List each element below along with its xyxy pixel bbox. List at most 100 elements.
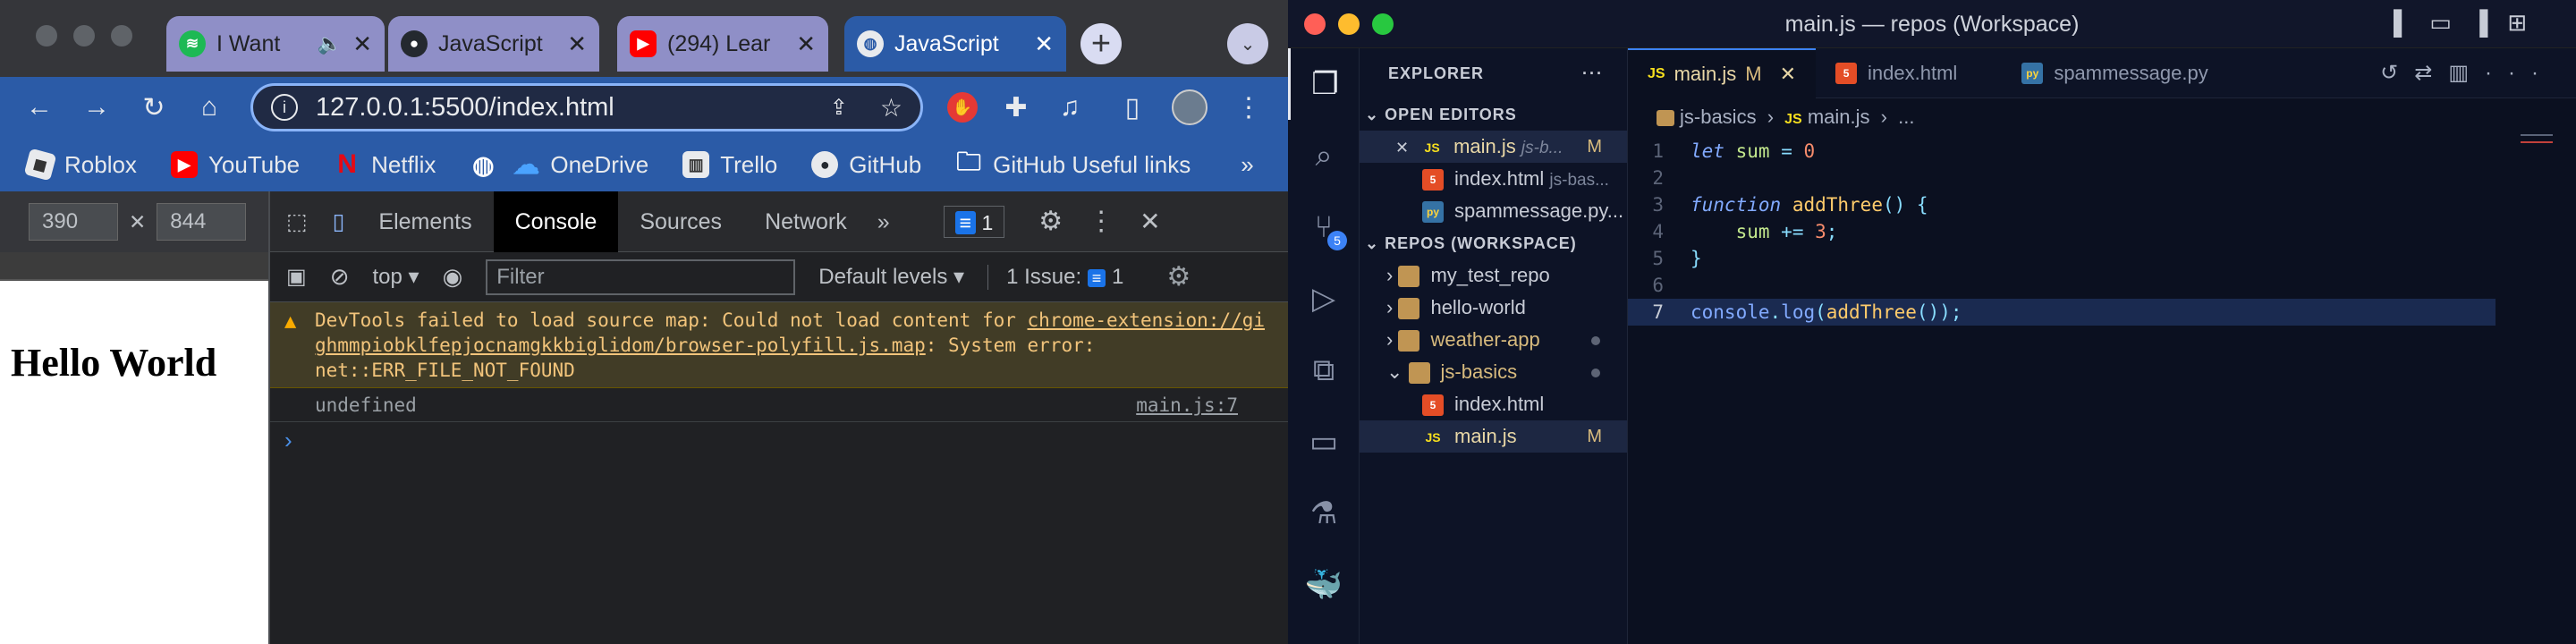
issues-badge[interactable]: ≡ 1 [943,205,1005,238]
tab-sources[interactable]: Sources [618,191,743,252]
bookmark-star-icon[interactable]: ☆ [880,93,902,123]
bookmark-label: OneDrive [550,150,649,178]
log-source-link[interactable]: main.js:7 [1136,388,1238,422]
editor-tab-main-js[interactable]: JS main.js M ✕ [1628,47,1817,98]
inspect-element-icon[interactable]: ⬚ [270,191,320,252]
forward-button[interactable]: → [75,86,118,129]
editor-tab-index-html[interactable]: 5 index.html [1816,48,2002,98]
bookmark-folder-github-links[interactable]: 🗀 GitHub Useful links [955,148,1191,179]
tree-file-index-html[interactable]: 5 index.html [1360,388,1627,420]
bookmark-github[interactable]: ● GitHub [811,151,921,179]
close-icon[interactable]: ✕ [1395,139,1409,157]
folder-name: weather-app [1430,328,1540,351]
explorer-files-icon[interactable]: ❐ [1288,48,1360,120]
source-control-icon[interactable]: ⑂ 5 [1288,191,1360,263]
editor-tab-spammessage-py[interactable]: py spammessage.py [2002,48,2227,98]
bookmarks-overflow-icon[interactable]: » [1241,151,1253,179]
console-prompt[interactable]: › [270,422,1288,458]
devtools-menu-icon[interactable]: ⋮ [1075,191,1127,252]
bookmark-netflix[interactable]: N Netflix [334,149,436,179]
bookmark-globe[interactable]: ◍ [470,151,496,179]
open-editor-index-html[interactable]: 5 index.html js-bas... [1360,163,1627,195]
tab-elements[interactable]: Elements [357,191,493,252]
tab-youtube[interactable]: ▶ (294) Lear ✕ [617,16,828,72]
code-editor[interactable]: 1 let sum = 0 2 3 function addThree() { 4 … [1628,136,2576,326]
window-zoom-light[interactable] [111,25,132,47]
close-icon[interactable]: ✕ [567,30,587,58]
more-tabs-icon[interactable]: » [869,191,944,252]
share-icon[interactable]: ⇪ [830,95,848,121]
breadcrumb-item[interactable]: ... [1898,106,1914,128]
browser-menu-icon[interactable]: ⋮ [1227,86,1270,129]
run-debug-icon[interactable]: ▷ [1288,263,1360,335]
open-editor-main-js[interactable]: ✕ JS main.js js-b... M [1360,131,1627,163]
open-editors-section[interactable]: ⌄ OPEN EDITORS [1360,98,1627,131]
extensions-puzzle-icon[interactable]: ✚ [995,86,1038,129]
trello-icon: ▥ [682,151,710,178]
search-icon[interactable]: ⌕ [1288,120,1360,191]
tab-network[interactable]: Network [743,191,869,252]
extension-shield-icon[interactable]: ✋ [941,86,984,129]
close-devtools-icon[interactable]: ✕ [1127,191,1173,252]
settings-gear-icon[interactable]: ⚙ [1026,191,1075,252]
device-toolbar-icon[interactable]: ▯ [320,191,358,252]
cloud-icon: ☁ [513,149,540,180]
editor-actions[interactable]: ↺⇄▥··· [2380,60,2555,86]
new-tab-button[interactable]: + [1080,23,1122,64]
avatar[interactable] [1168,86,1211,129]
context-selector[interactable]: top ▾ [372,264,419,290]
bookmark-trello[interactable]: ▥ Trello [682,151,777,179]
more-actions-icon[interactable]: ··· [1582,48,1604,98]
bookmark-onedrive[interactable]: ☁ OneDrive [513,149,649,180]
sidebar-toggle-icon[interactable]: ▣ [286,264,307,290]
viewport-height-input[interactable]: 844 [157,203,247,241]
layout-controls[interactable]: ▌▭▐⊞ [2394,9,2546,37]
tab-search-button[interactable]: ⌄ [1227,23,1268,64]
extensions-icon[interactable]: ⧉ [1288,335,1360,406]
devtools-panel: ⬚ ▯ Elements Console Sources Network » ≡… [268,191,1288,644]
identifier: sum [1735,140,1770,162]
tree-folder-js-basics[interactable]: ⌄ js-basics [1360,356,1627,388]
tab-console[interactable]: Console [493,191,619,252]
reload-button[interactable]: ↻ [132,86,175,129]
bookmark-roblox[interactable]: ◼ Roblox [23,148,137,182]
close-icon[interactable]: ✕ [352,30,372,58]
window-minimize-light[interactable] [73,25,95,47]
remote-explorer-icon[interactable]: ▭ [1288,406,1360,478]
site-info-icon[interactable]: i [271,94,298,121]
home-button[interactable]: ⌂ [188,86,231,129]
tab-spotify[interactable]: ≋ I Want 🔈 ✕ [166,16,385,72]
tree-folder-weather-app[interactable]: › weather-app [1360,324,1627,356]
console-filter-input[interactable]: Filter [486,258,796,295]
tab-github[interactable]: ● JavaScript ✕ [388,16,599,72]
media-control-icon[interactable]: ♫ [1048,86,1091,129]
tab-javascript-active[interactable]: ◍ JavaScript ✕ [844,16,1066,72]
close-icon[interactable]: ✕ [1034,30,1054,58]
address-bar[interactable]: i 127.0.0.1:5500/index.html ⇪ ☆ [250,83,923,131]
console-settings-gear-icon[interactable]: ⚙ [1166,261,1191,292]
open-editor-spammessage-py[interactable]: py spammessage.py... [1360,195,1627,227]
bookmark-label: GitHub Useful links [993,150,1191,178]
side-panel-icon[interactable]: ▯ [1111,86,1154,129]
window-close-light[interactable] [36,25,57,47]
viewport-width-input[interactable]: 390 [29,203,118,241]
tree-folder-my-test-repo[interactable]: › my_test_repo [1360,259,1627,292]
log-levels-dropdown[interactable]: Default levels ▾ [818,264,964,290]
testing-flask-icon[interactable]: ⚗ [1288,478,1360,549]
close-icon[interactable]: ✕ [1780,63,1796,86]
close-icon[interactable]: ✕ [796,30,816,58]
minimap[interactable] [2521,134,2553,143]
line-number: 3 [1652,194,1664,216]
bookmark-youtube[interactable]: ▶ YouTube [170,151,300,179]
live-expression-eye-icon[interactable]: ◉ [443,263,463,291]
back-button[interactable]: ← [18,86,61,129]
breadcrumb-item[interactable]: js-basics [1680,106,1757,128]
breadcrumb-item[interactable]: main.js [1808,106,1870,128]
speaker-icon[interactable]: 🔈 [318,32,342,55]
workspace-section[interactable]: ⌄ REPOS (WORKSPACE) [1360,227,1627,259]
tree-folder-hello-world[interactable]: › hello-world [1360,292,1627,324]
issues-counter-button[interactable]: 1 Issue: ≡ 1 [987,264,1123,290]
docker-icon[interactable]: 🐳 [1288,549,1360,621]
tree-file-main-js[interactable]: JS main.js M [1360,420,1627,453]
clear-console-icon[interactable]: ⊘ [330,263,350,291]
